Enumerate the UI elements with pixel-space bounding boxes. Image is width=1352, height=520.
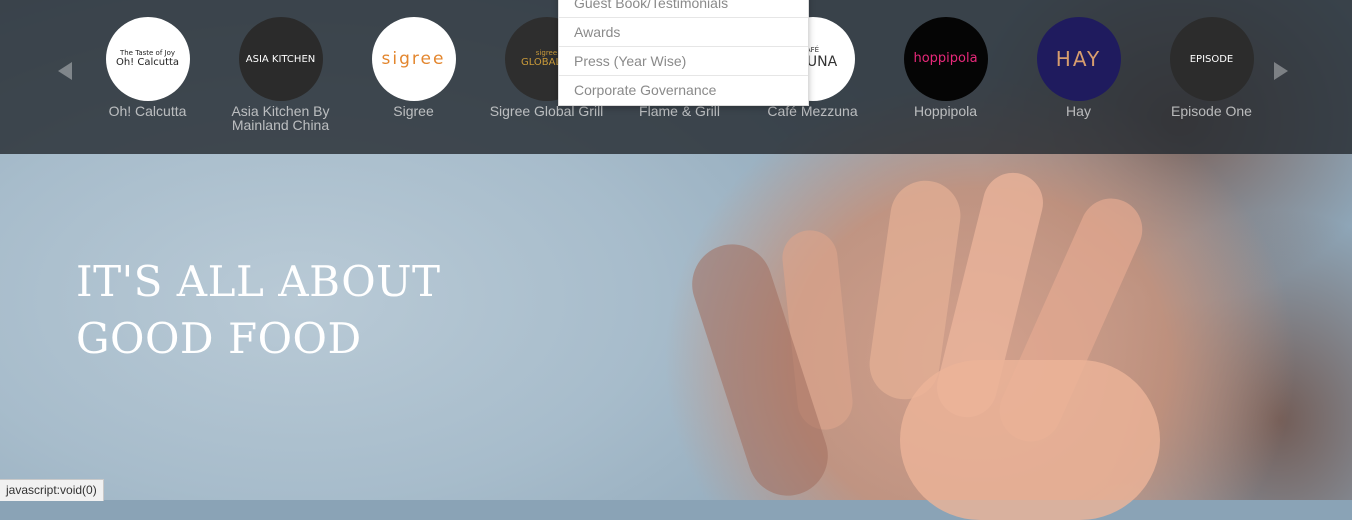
brand-name[interactable]: Sigree Global Grill — [480, 104, 613, 118]
brand-logo-mark: EPISODE — [1189, 53, 1234, 65]
hand-decoration — [900, 360, 1160, 520]
hero-headline-line2: GOOD FOOD — [76, 314, 362, 363]
chevron-left-icon[interactable] — [58, 62, 72, 80]
episode-one-logo: EPISODE — [1169, 17, 1254, 101]
brand-name[interactable]: Episode One — [1145, 104, 1278, 118]
menu-item-guest-book[interactable]: Guest Book/Testimonials — [559, 0, 808, 18]
browser-status-bar: javascript:void(0) — [0, 479, 104, 501]
brand-name[interactable]: Oh! Calcutta — [81, 104, 214, 118]
sigree-logo: sigree — [371, 17, 456, 101]
dropdown-menu: Guest Book/Testimonials Awards Press (Ye… — [558, 0, 809, 106]
brand-logo-mark: Oh! Calcutta — [115, 57, 180, 69]
brand-logo-text: ASIA KITCHEN — [246, 54, 316, 65]
hoppipola-logo: hoppipola — [903, 17, 988, 101]
brand-logo-text: EPISODE — [1190, 54, 1234, 65]
hero-headline: IT'S ALL ABOUT GOOD FOOD — [76, 253, 441, 367]
brand-logo-text: hoppipola — [913, 50, 978, 66]
asia-kitchen-logo: ASIA KITCHEN — [238, 17, 323, 101]
brand-name[interactable]: Hoppipola — [879, 104, 1012, 118]
brand-logo-text: HAY — [1056, 48, 1101, 70]
brand-item[interactable]: hoppipola Hoppipola — [879, 17, 1012, 118]
brand-item[interactable]: HAY Hay — [1012, 17, 1145, 118]
brand-item[interactable]: EPISODE Episode One — [1145, 17, 1278, 118]
menu-item-corporate-governance[interactable]: Corporate Governance — [559, 76, 808, 104]
brand-logo-mark: sigree — [381, 48, 446, 69]
menu-item-awards[interactable]: Awards — [559, 18, 808, 47]
brand-logo-text: sigree — [381, 48, 446, 69]
brand-name[interactable]: Asia Kitchen By Mainland China — [214, 104, 347, 132]
brand-logo-subtext: The Taste of Joy — [119, 48, 176, 57]
brand-item[interactable]: sigree Sigree — [347, 17, 480, 118]
brand-item[interactable]: ASIA KITCHEN Asia Kitchen By Mainland Chi… — [214, 17, 347, 132]
brand-name[interactable]: Café Mezzuna — [746, 104, 879, 118]
brand-name[interactable]: Hay — [1012, 104, 1145, 118]
oh-calcutta-logo: The Taste of Joy Oh! Calcutta — [105, 17, 190, 101]
brand-name[interactable]: Sigree — [347, 104, 480, 118]
brand-logo-text: The Taste of Joy Oh! Calcutta — [115, 48, 180, 69]
hero-headline-line1: IT'S ALL ABOUT — [76, 257, 441, 306]
brand-item[interactable]: The Taste of Joy Oh! Calcutta Oh! Calcutta — [81, 17, 214, 118]
hay-logo: HAY — [1036, 17, 1121, 101]
menu-item-press[interactable]: Press (Year Wise) — [559, 47, 808, 76]
brand-logo-mark: HAY — [1055, 47, 1102, 71]
brand-logo-mark: ASIA KITCHEN — [245, 53, 316, 65]
brand-logo-mark: hoppipola — [913, 50, 978, 66]
brand-name[interactable]: Flame & Grill — [613, 104, 746, 118]
